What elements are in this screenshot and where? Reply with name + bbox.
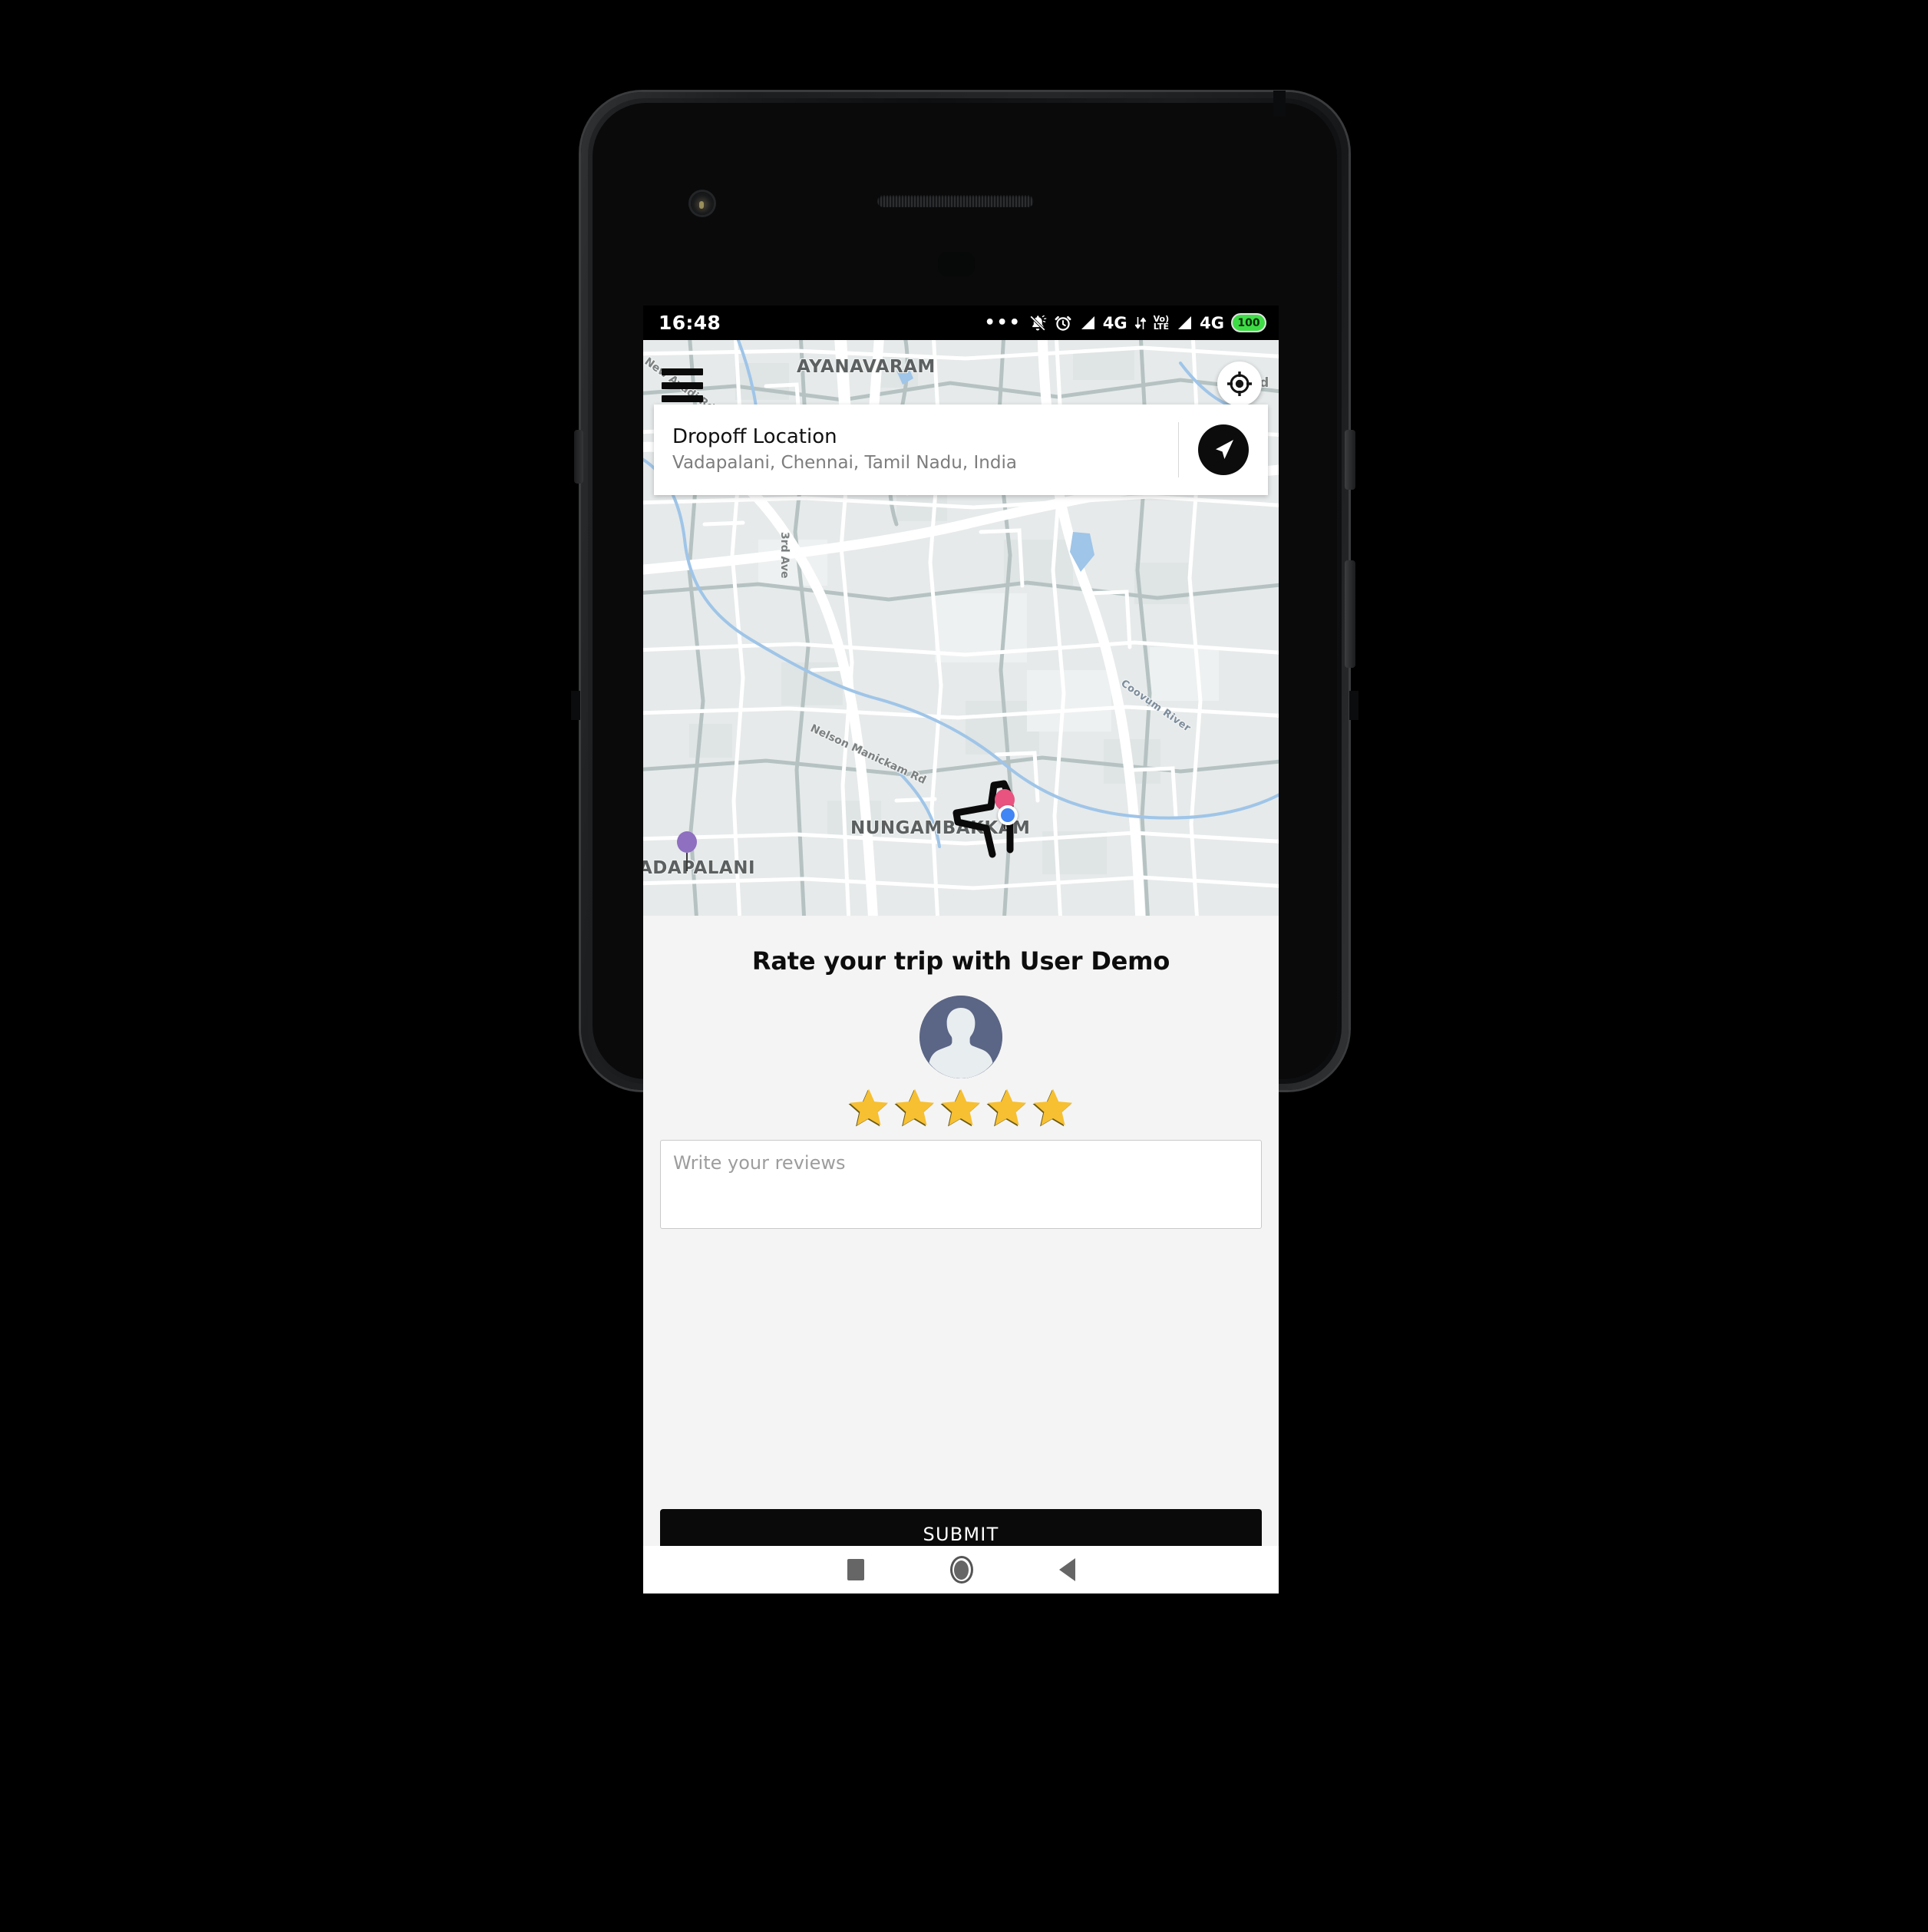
review-input-container[interactable] [660,1140,1262,1229]
status-bar-icons: ••• 4G Vo) LTE 4G 100 [985,313,1266,332]
rating-panel: Rate your trip with User Demo Write your… [643,916,1279,1593]
review-input[interactable] [673,1151,1249,1217]
star-icon-3[interactable] [940,1086,982,1128]
avatar-container [643,996,1279,1078]
navigate-button[interactable] [1179,424,1268,475]
dropoff-location-card[interactable]: Dropoff Location Vadapalani, Chennai, Ta… [654,405,1268,495]
signal-bars-icon-2 [1178,315,1192,329]
phone-screen: 16:48 ••• 4G Vo) LTE 4G 100 New Avadi Rd… [643,305,1279,1593]
volume-button[interactable] [1345,560,1355,668]
ellipsis-icon: ••• [984,312,1022,332]
hamburger-menu-icon[interactable] [662,368,703,402]
volte-icon: Vo) LTE [1154,315,1170,331]
star-rating[interactable] [643,1086,1279,1128]
home-inner-dot [954,1560,969,1580]
signal-bars-icon [1081,315,1094,329]
volte-bottom-label: LTE [1153,321,1169,332]
star-icon-2[interactable] [894,1086,936,1128]
rating-title: Rate your trip with User Demo [751,946,1170,976]
default-user-avatar-icon [919,996,1002,1078]
status-bar: 16:48 ••• 4G Vo) LTE 4G 100 [643,305,1279,340]
proximity-sensor [938,252,975,276]
hamburger-bar-3 [662,395,703,402]
battery-status-badge: 100 [1231,313,1266,332]
alarm-clock-icon [1055,315,1071,331]
network-type-label-2: 4G [1200,313,1224,332]
map-view[interactable]: New Avadi Rd AYANAVARAM Rd 3rd Ave Nelso… [643,340,1279,916]
home-circle-icon[interactable] [949,1556,973,1584]
network-type-label: 4G [1102,313,1127,332]
bell-muted-icon [1029,315,1047,331]
navigate-button-circle [1198,424,1249,475]
data-arrows-icon [1134,316,1146,329]
android-navigation-bar [643,1546,1279,1593]
frame-antenna-band-right [1349,691,1359,720]
dropoff-address: Vadapalani, Chennai, Tamil Nadu, India [672,452,1017,473]
frame-antenna-band-left [571,691,580,720]
my-location-button[interactable] [1217,362,1262,406]
screenshot-stage: 16:48 ••• 4G Vo) LTE 4G 100 New Avadi Rd… [0,0,1928,1932]
dropoff-map-pin[interactable] [677,831,697,871]
dropoff-pin-stem [686,853,688,871]
dropoff-text-block: Dropoff Location Vadapalani, Chennai, Ta… [654,417,1178,483]
status-bar-clock: 16:48 [659,312,721,334]
hamburger-bar-1 [662,368,703,375]
back-triangle-icon[interactable] [1058,1558,1075,1581]
hamburger-bar-2 [662,381,703,389]
star-icon-4[interactable] [986,1086,1028,1128]
star-icon-1[interactable] [848,1086,890,1128]
navigation-arrow-icon [1216,440,1233,459]
camera-lens-dot [699,201,704,209]
dropoff-pin-head [677,831,697,853]
recents-square-icon[interactable] [847,1559,864,1580]
map-label-ayanavaram: AYANAVARAM [797,357,936,377]
my-location-crosshair-icon [1227,372,1252,396]
earpiece-speaker [877,195,1034,207]
star-icon-5[interactable] [1032,1086,1074,1128]
map-label-3rd-ave: 3rd Ave [778,532,791,579]
map-label-vadapalani: ADAPALANI [643,858,756,878]
dropoff-title: Dropoff Location [672,425,837,449]
left-side-button[interactable] [574,430,583,484]
avatar [919,996,1002,1078]
current-location-dot [998,805,1018,825]
power-button[interactable] [1345,430,1355,490]
frame-antenna-band-top [1273,91,1286,117]
